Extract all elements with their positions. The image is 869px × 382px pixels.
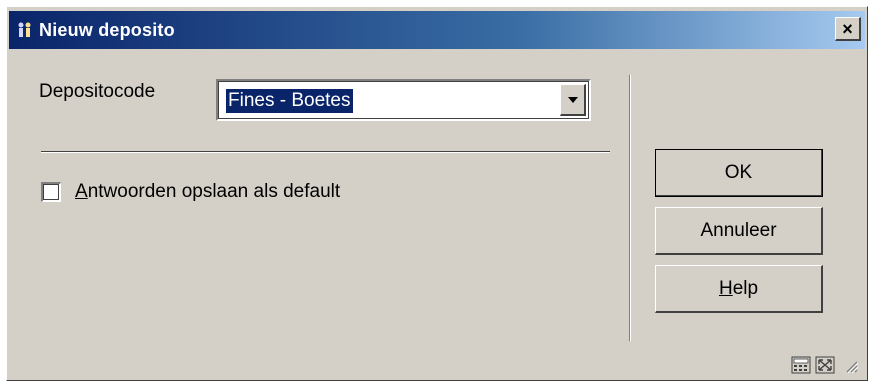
save-default-checkbox[interactable] (41, 182, 61, 202)
close-button[interactable]: × (835, 17, 861, 41)
separator-vertical (629, 75, 631, 341)
help-button-label: Help (718, 277, 759, 299)
status-icons (791, 356, 859, 374)
users-icon (15, 20, 35, 40)
depositocode-select[interactable]: Fines - Boetes (216, 79, 591, 121)
help-button[interactable]: Help (655, 265, 823, 313)
resize-icon[interactable] (815, 356, 835, 374)
separator-horizontal (41, 151, 610, 153)
ok-button-label: OK (724, 161, 753, 183)
dropdown-button[interactable] (560, 84, 586, 116)
chevron-down-icon (567, 96, 578, 103)
cancel-button-label: Annuleer (700, 219, 777, 241)
calculator-icon[interactable] (791, 356, 811, 374)
close-icon: × (842, 18, 853, 39)
ok-button[interactable]: OK (655, 149, 823, 197)
title-bar[interactable]: Nieuw deposito × (9, 11, 865, 49)
dialog-window: Nieuw deposito × Depositocode Fines - Bo… (6, 6, 868, 381)
depositocode-label: Depositocode (39, 81, 156, 102)
depositocode-value: Fines - Boetes (226, 89, 353, 113)
save-default-label[interactable]: Antwoorden opslaan als default (75, 181, 340, 203)
window-title: Nieuw deposito (39, 19, 175, 40)
save-default-option[interactable]: Antwoorden opslaan als default (41, 181, 340, 203)
size-grip-icon[interactable] (839, 356, 859, 374)
cancel-button[interactable]: Annuleer (655, 207, 823, 255)
